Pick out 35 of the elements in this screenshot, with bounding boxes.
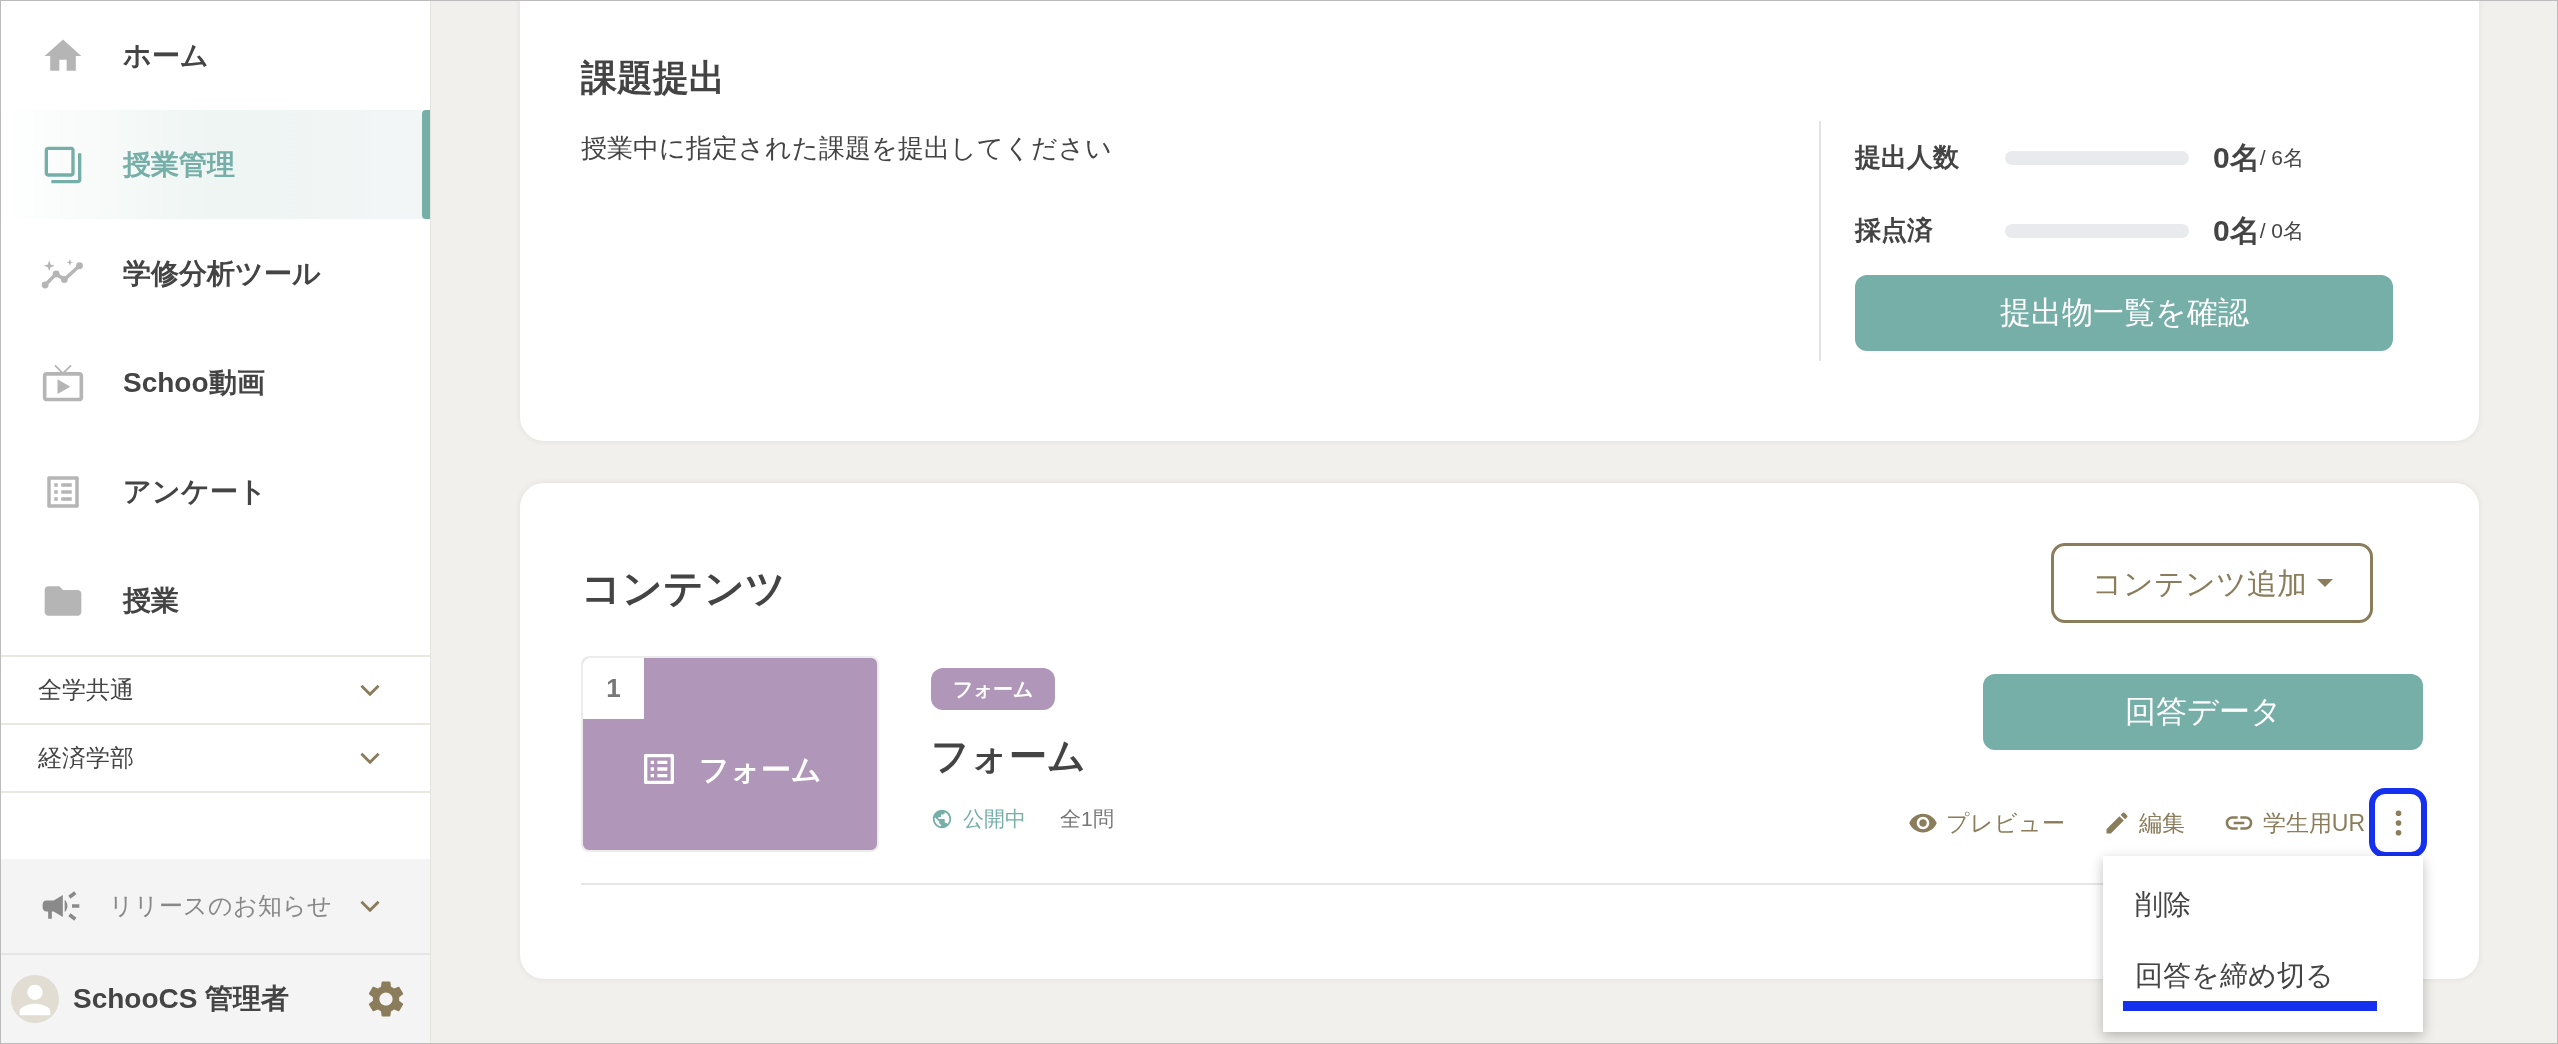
sidebar-item[interactable]: アンケート [1, 437, 430, 546]
add-content-button[interactable]: コンテンツ追加 [2051, 543, 2373, 623]
sidebar-item[interactable]: ホーム [1, 1, 430, 110]
group-toggle[interactable]: 経済学部 [1, 725, 430, 793]
status-text: 公開中 [963, 806, 1026, 832]
action-link[interactable]: 編集 [2102, 805, 2185, 841]
group-toggle[interactable]: 全学共通 [1, 657, 430, 725]
question-count: 全1問 [1060, 806, 1114, 832]
menu-item[interactable]: 削除 [2135, 884, 2423, 926]
thumbnail-label: フォーム [698, 751, 822, 788]
action-link[interactable]: プレビュー [1907, 805, 2065, 841]
menu-item[interactable]: 回答を締め切る [2135, 955, 2423, 997]
section-title: 課題提出 [581, 56, 726, 100]
item-number: 1 [583, 658, 644, 719]
action-link[interactable]: 学生用UR [2222, 805, 2365, 841]
sidebar-item[interactable]: 授業 [1, 546, 430, 655]
section-title: コンテンツ [581, 565, 786, 612]
stat-label: 提出人数 [1855, 141, 1960, 174]
stat-value: 0名 [2213, 213, 2260, 249]
sidebar-item[interactable]: Schoo動画 [1, 328, 430, 437]
stat-total: / 6名 [2259, 145, 2305, 169]
globe-icon [931, 807, 953, 830]
user-name: SchooCS 管理者 [73, 982, 291, 1016]
description-text: 授業中に指定された課題を提出してください [581, 132, 1113, 165]
stat-total: / 0名 [2259, 218, 2305, 242]
more-icon [2394, 810, 2402, 836]
form-thumbnail[interactable]: 1 フォーム [581, 656, 879, 852]
avatar-icon [11, 975, 59, 1023]
type-tag: フォーム [931, 668, 1055, 710]
stacked-windows-icon [43, 144, 83, 185]
stat-value: 0名 [2213, 140, 2260, 176]
content-title: フォーム [931, 734, 1087, 779]
caret-icon [2316, 579, 2333, 587]
sidebar-item[interactable]: 学修分析ツール [1, 219, 430, 328]
stat-label: 採点済 [1855, 214, 1934, 247]
